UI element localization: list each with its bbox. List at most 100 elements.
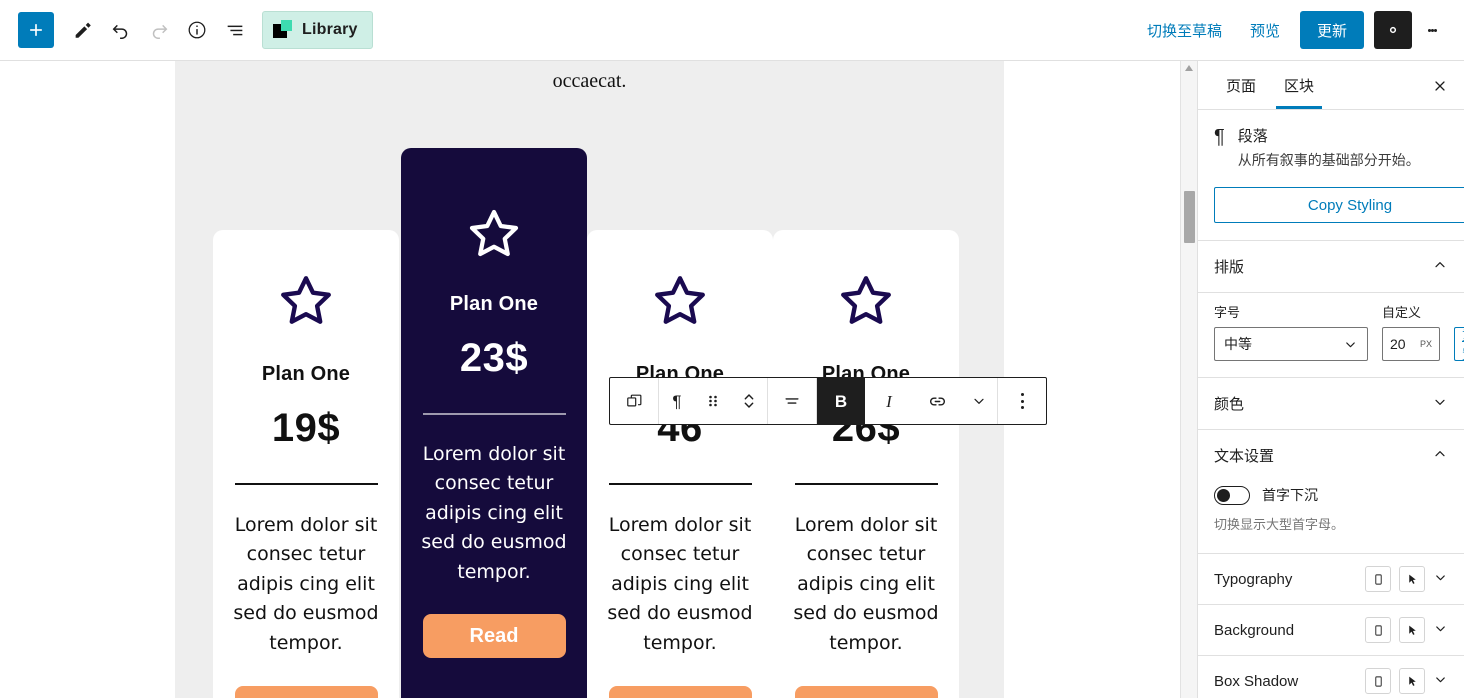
scroll-up-arrow-icon[interactable] xyxy=(1185,65,1193,71)
pricing-card-featured[interactable]: Plan One 23$ Lorem dolor sit consec tetu… xyxy=(401,148,587,698)
pricing-card[interactable]: Plan One 26$ Lorem dolor sit consec tetu… xyxy=(773,230,959,698)
card-cta-button[interactable]: Read xyxy=(794,686,938,698)
text-settings-panel-title: 文本设置 xyxy=(1214,448,1275,466)
settings-gear-icon[interactable] xyxy=(1374,11,1412,49)
align-text-icon[interactable] xyxy=(768,378,816,424)
color-panel-header[interactable]: 颜色 xyxy=(1198,378,1464,431)
custom-size-input[interactable]: 20 PX xyxy=(1382,327,1440,362)
switch-to-draft-button[interactable]: 切换至草稿 xyxy=(1133,20,1236,41)
italic-button[interactable]: I xyxy=(865,378,913,424)
card-price[interactable]: 23$ xyxy=(460,336,528,381)
update-button[interactable]: 更新 xyxy=(1299,11,1364,49)
color-panel-title: 颜色 xyxy=(1214,396,1245,414)
scrollbar-thumb[interactable] xyxy=(1184,191,1195,243)
card-description[interactable]: Lorem dolor sit consec tetur adipis cing… xyxy=(600,511,760,658)
cursor-icon[interactable] xyxy=(1399,566,1425,593)
editor-canvas-area: occaecat. Plan One 19$ Lorem dolor sit c… xyxy=(0,61,1180,698)
block-description: 从所有叙事的基础部分开始。 xyxy=(1237,152,1420,168)
mobile-icon[interactable] xyxy=(1365,566,1391,593)
drop-cap-toggle[interactable] xyxy=(1214,485,1250,505)
move-up-down-icon[interactable] xyxy=(731,378,767,424)
tab-block[interactable]: 区块 xyxy=(1270,61,1328,109)
settings-sidebar: 页面 区块 ¶ 段落 从所有叙事的基础部分开始。 Copy Styling 排版 xyxy=(1197,61,1464,698)
card-divider xyxy=(422,413,566,415)
chevron-down-icon[interactable] xyxy=(1433,621,1448,639)
star-outline-icon xyxy=(274,270,338,337)
mobile-icon[interactable] xyxy=(1365,617,1391,644)
block-toolbar: ¶ B I xyxy=(609,377,1047,425)
library-button-label: Library xyxy=(302,21,358,38)
toolbar-group-align xyxy=(768,378,817,424)
info-icon[interactable] xyxy=(178,11,216,49)
bold-button[interactable]: B xyxy=(817,378,865,424)
copy-styling-button[interactable]: Copy Styling xyxy=(1214,187,1464,224)
custom-size-value: 20 xyxy=(1390,336,1406,353)
extension-label: Background xyxy=(1214,621,1295,639)
pricing-card[interactable]: Plan One 46 Lorem dolor sit consec tetur… xyxy=(587,230,773,698)
chevron-down-icon[interactable] xyxy=(1433,570,1448,588)
extension-label: Box Shadow xyxy=(1214,672,1299,690)
chevron-down-icon[interactable] xyxy=(1433,672,1448,690)
more-options-kebab-icon[interactable] xyxy=(1414,11,1450,49)
pricing-card[interactable]: Plan One 19$ Lorem dolor sit consec tetu… xyxy=(213,230,399,698)
font-size-select[interactable]: 中等 xyxy=(1214,327,1368,362)
drop-cap-label: 首字下沉 xyxy=(1262,487,1318,504)
wordpress-block-editor: Library 切换至草稿 预览 更新 occaecat. Plan One 1… xyxy=(0,0,1464,698)
block-options-kebab-icon[interactable] xyxy=(998,378,1046,424)
font-size-value: 中等 xyxy=(1224,336,1252,353)
card-price[interactable]: 19$ xyxy=(272,406,340,451)
card-description[interactable]: Lorem dolor sit consec tetur adipis cing… xyxy=(786,511,946,658)
card-description[interactable]: Lorem dolor sit consec tetur adipis cing… xyxy=(226,511,386,658)
star-outline-icon xyxy=(834,270,898,337)
star-outline-icon xyxy=(463,204,525,269)
paragraph-glyph: ¶ xyxy=(672,391,682,411)
card-cta-button[interactable]: Read xyxy=(608,686,752,698)
close-icon[interactable] xyxy=(1428,74,1452,98)
toolbar-group-parent xyxy=(610,378,659,424)
extension-row-box-shadow[interactable]: Box Shadow xyxy=(1198,656,1464,698)
extension-row-typography[interactable]: Typography xyxy=(1198,554,1464,606)
card-divider xyxy=(608,483,752,485)
card-divider xyxy=(234,483,378,485)
undo-icon[interactable] xyxy=(102,11,140,49)
custom-size-field: 自定义 20 PX xyxy=(1382,302,1440,362)
link-icon[interactable] xyxy=(913,378,961,424)
card-divider xyxy=(794,483,938,485)
mobile-icon[interactable] xyxy=(1365,668,1391,695)
cursor-icon[interactable] xyxy=(1399,617,1425,644)
sidebar-tabs: 页面 区块 xyxy=(1198,61,1464,110)
typography-panel-body: 字号 中等 自定义 20 PX 重置 xyxy=(1198,293,1464,379)
extension-controls xyxy=(1365,668,1448,695)
editor-vertical-scrollbar[interactable] xyxy=(1180,61,1197,698)
toolbar-group-options xyxy=(998,378,1046,424)
library-icon xyxy=(273,20,293,40)
card-plan-name[interactable]: Plan One xyxy=(450,293,538,316)
chevron-down-icon xyxy=(1432,394,1448,413)
font-size-controls: 字号 中等 自定义 20 PX 重置 xyxy=(1214,302,1464,362)
paragraph-icon[interactable]: ¶ xyxy=(659,378,695,424)
list-view-icon[interactable] xyxy=(216,11,254,49)
preview-button[interactable]: 预览 xyxy=(1236,20,1294,41)
top-bar-left-tools: Library xyxy=(0,11,373,49)
extension-controls xyxy=(1365,566,1448,593)
add-block-button[interactable] xyxy=(18,12,54,48)
card-plan-name[interactable]: Plan One xyxy=(262,363,350,386)
more-rich-text-chevron-down-icon[interactable] xyxy=(961,378,997,424)
library-button[interactable]: Library xyxy=(262,11,373,49)
tab-page[interactable]: 页面 xyxy=(1212,61,1270,109)
drag-handle-icon[interactable] xyxy=(695,378,731,424)
parent-block-icon[interactable] xyxy=(610,378,658,424)
text-settings-panel-header[interactable]: 文本设置 xyxy=(1198,430,1464,481)
card-description[interactable]: Lorem dolor sit consec tetur adipis cing… xyxy=(414,440,574,587)
block-title: 段落 xyxy=(1237,128,1268,145)
cursor-icon[interactable] xyxy=(1399,668,1425,695)
card-cta-button[interactable]: Read xyxy=(234,686,378,698)
block-card: ¶ 段落 从所有叙事的基础部分开始。 xyxy=(1214,125,1448,170)
reset-font-size-button[interactable]: 重置 xyxy=(1454,327,1464,362)
typography-panel-header[interactable]: 排版 xyxy=(1198,241,1464,294)
card-cta-button[interactable]: Read xyxy=(422,614,566,659)
extension-row-background[interactable]: Background xyxy=(1198,605,1464,657)
chevron-up-icon xyxy=(1432,446,1448,465)
tools-pencil-icon[interactable] xyxy=(64,11,102,49)
text-settings-panel-body: 首字下沉 切换显示大型首字母。 xyxy=(1198,481,1464,555)
